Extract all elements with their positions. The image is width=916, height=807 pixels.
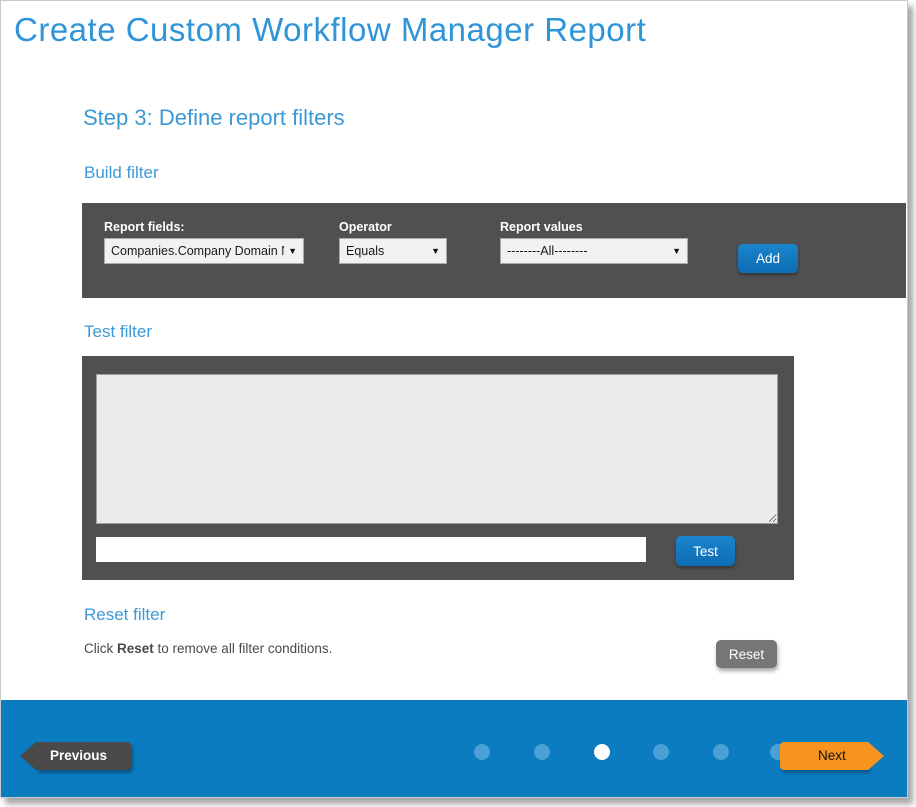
step-dot-5 bbox=[713, 744, 729, 760]
report-fields-select[interactable]: Companies.Company Domain Na ▼ bbox=[104, 238, 304, 264]
chevron-down-icon: ▼ bbox=[672, 246, 681, 256]
reset-button[interactable]: Reset bbox=[716, 640, 777, 668]
operator-selected-value: Equals bbox=[346, 244, 427, 258]
test-filter-panel: Test bbox=[82, 356, 794, 580]
reset-description-prefix: Click bbox=[84, 641, 117, 656]
report-fields-selected-value: Companies.Company Domain Na bbox=[111, 244, 284, 258]
build-filter-heading: Build filter bbox=[84, 163, 159, 183]
arrow-right-icon bbox=[868, 742, 884, 770]
step-heading: Step 3: Define report filters bbox=[83, 105, 345, 131]
test-filter-heading: Test filter bbox=[84, 322, 152, 342]
build-filter-panel: Report fields: Companies.Company Domain … bbox=[82, 203, 906, 298]
page-title: Create Custom Workflow Manager Report bbox=[14, 11, 646, 49]
step-progress-dots bbox=[1, 700, 907, 797]
reset-description-suffix: to remove all filter conditions. bbox=[154, 641, 333, 656]
next-button[interactable]: Next bbox=[780, 742, 868, 770]
wizard-footer: Previous Next bbox=[1, 700, 907, 797]
test-value-input[interactable] bbox=[96, 537, 646, 562]
reset-filter-description: Click Reset to remove all filter conditi… bbox=[84, 641, 332, 656]
wizard-page: Create Custom Workflow Manager Report St… bbox=[0, 0, 908, 798]
chevron-down-icon: ▼ bbox=[431, 246, 440, 256]
step-dot-2 bbox=[534, 744, 550, 760]
chevron-down-icon: ▼ bbox=[288, 246, 297, 256]
next-button-label: Next bbox=[780, 742, 868, 770]
report-fields-label: Report fields: bbox=[104, 220, 185, 234]
reset-description-bold: Reset bbox=[117, 641, 154, 656]
operator-label: Operator bbox=[339, 220, 392, 234]
step-dot-3-active bbox=[594, 744, 610, 760]
report-values-label: Report values bbox=[500, 220, 583, 234]
step-dot-4 bbox=[653, 744, 669, 760]
filter-expression-textarea[interactable] bbox=[96, 374, 778, 524]
reset-filter-heading: Reset filter bbox=[84, 605, 165, 625]
report-values-selected-value: --------All-------- bbox=[507, 244, 668, 258]
operator-select[interactable]: Equals ▼ bbox=[339, 238, 447, 264]
test-button[interactable]: Test bbox=[676, 536, 735, 566]
step-dot-1 bbox=[474, 744, 490, 760]
add-button[interactable]: Add bbox=[738, 244, 798, 273]
report-values-select[interactable]: --------All-------- ▼ bbox=[500, 238, 688, 264]
